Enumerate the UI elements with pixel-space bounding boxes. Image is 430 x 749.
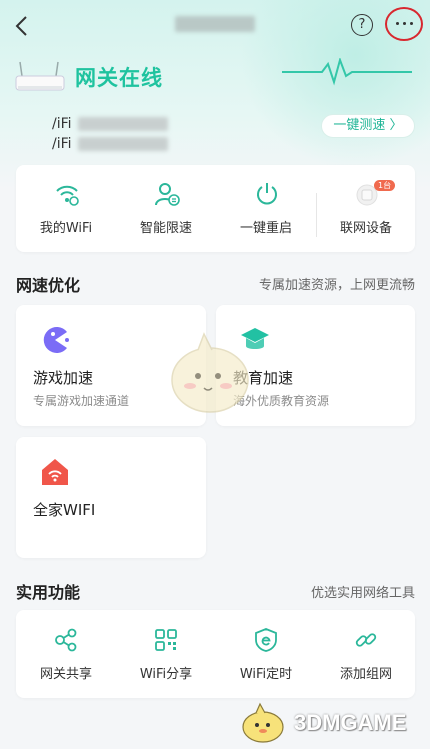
tool-label: 网关共享 [39, 667, 92, 682]
tool-add-mesh[interactable]: 添加组网 [316, 610, 416, 698]
more-menu-button[interactable] [385, 7, 423, 41]
wifi-label: /iFi [52, 136, 72, 152]
more-dot [402, 22, 406, 25]
tool-wifi-timer[interactable]: WiFi定时 [216, 610, 316, 698]
mascot-watermark-icon [171, 332, 249, 413]
link-icon [355, 633, 377, 647]
redacted-wifi-name [77, 137, 168, 151]
user-speed-icon [155, 183, 180, 206]
back-arrow-icon[interactable] [10, 12, 36, 40]
tool-gateway-share[interactable]: 网关共享 [16, 610, 116, 698]
feature-name: 游戏加速 [33, 369, 94, 387]
timer-shield-icon [255, 628, 277, 652]
router-icon [15, 61, 65, 91]
share-icon [55, 628, 77, 652]
power-icon [257, 183, 277, 205]
quick-action-my-wifi[interactable]: 我的WiFi [16, 165, 116, 252]
game-icon [43, 327, 69, 353]
section-subtitle-speed: 专属加速资源，上网更流畅 [258, 278, 415, 293]
page-title-redacted [175, 16, 255, 32]
watermark-text: 3DMGAME [294, 710, 407, 735]
redacted-wifi-name [77, 117, 168, 131]
section-title-tools: 实用功能 [16, 583, 81, 602]
home-wifi-icon [42, 459, 68, 485]
gateway-status: 网关在线 [75, 66, 163, 90]
more-dot [409, 22, 413, 25]
device-count-badge: 1台 [374, 180, 396, 191]
wifi-name-row: /iFi [52, 116, 168, 132]
section-subtitle-tools: 优选实用网络工具 [310, 586, 415, 601]
quick-actions-card: 我的WiFi 智能限速 一键重启 1台 联网设备 [16, 165, 415, 252]
speedtest-button[interactable]: 一键测速 〉 [321, 114, 415, 138]
tool-wifi-share[interactable]: WiFi分享 [116, 610, 216, 698]
qr-code-icon [155, 629, 177, 651]
quick-action-speed-limit[interactable]: 智能限速 [116, 165, 216, 252]
site-watermark: 3DMGAME [234, 700, 424, 744]
tool-label: 添加组网 [339, 667, 392, 682]
help-icon[interactable]: ? [351, 14, 373, 36]
quick-action-label: 一键重启 [239, 221, 292, 236]
section-title-speed: 网速优化 [16, 276, 81, 295]
wifi-icon [56, 185, 79, 206]
feature-name: 全家WIFI [33, 501, 96, 519]
watermark-mascot-icon [242, 702, 284, 743]
tool-label: WiFi定时 [239, 667, 293, 682]
feature-description: 专属游戏加速通道 [33, 394, 130, 408]
top-bar: ? [0, 0, 430, 52]
quick-action-label: 我的WiFi [39, 221, 93, 236]
quick-action-devices[interactable]: 1台 联网设备 [316, 165, 416, 252]
heartbeat-icon [282, 58, 412, 86]
tools-card: 网关共享 WiFi分享 WiFi定时 添加组网 [16, 610, 415, 698]
quick-action-restart[interactable]: 一键重启 [216, 165, 316, 252]
feature-card-home-wifi[interactable]: 全家WIFI [16, 437, 206, 558]
tool-label: WiFi分享 [139, 667, 193, 682]
quick-action-label: 智能限速 [139, 221, 192, 236]
quick-action-label: 联网设备 [339, 221, 392, 236]
more-dot [395, 22, 399, 25]
wifi-name-row: /iFi [52, 136, 168, 152]
wifi-label: /iFi [52, 116, 72, 132]
